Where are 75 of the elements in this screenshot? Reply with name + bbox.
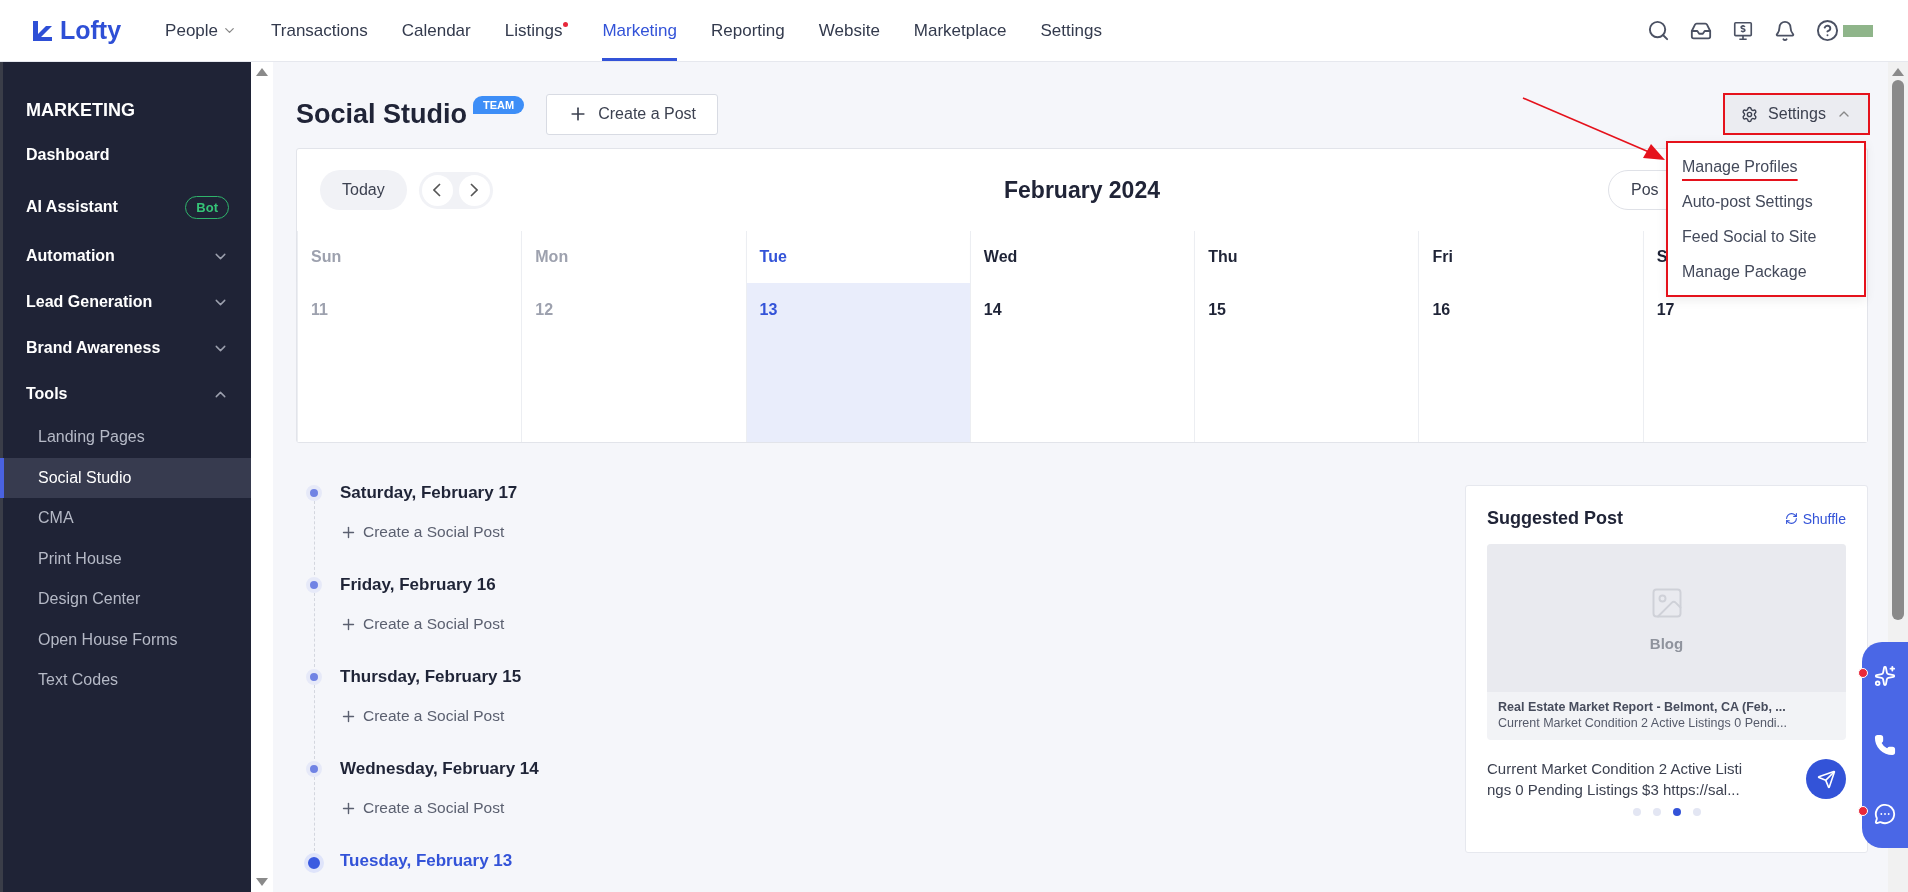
- sidebar-subitem[interactable]: Landing Pages: [0, 417, 251, 458]
- pager-dot[interactable]: [1692, 808, 1701, 816]
- timeline-date: Friday, February 16: [340, 575, 497, 595]
- pager-dot[interactable]: [1652, 808, 1661, 816]
- card-title: Suggested Post: [1487, 508, 1624, 529]
- preview-title: Real Estate Market Report - Belmont, CA (Feb, ...: [1498, 700, 1787, 714]
- timeline-date: Thursday, February 15: [340, 667, 522, 687]
- settings-icon: [1741, 105, 1759, 123]
- nav-tab[interactable]: Website: [818, 0, 880, 61]
- sidebar-subitem[interactable]: Social Studio: [0, 457, 251, 498]
- next-button[interactable]: [458, 174, 490, 206]
- nav-tab[interactable]: Transactions: [271, 0, 368, 61]
- pager-dot[interactable]: [1672, 808, 1681, 816]
- timeline-date: Saturday, February 17: [340, 483, 518, 503]
- sidebar-group[interactable]: Lead Generation: [3, 279, 251, 325]
- brand-name: Lofty: [60, 16, 122, 45]
- sidebar-title: MARKETING: [25, 100, 136, 122]
- search-icon[interactable]: [1647, 19, 1670, 42]
- sidebar-subitem[interactable]: Design Center: [0, 579, 251, 620]
- sidebar-subitem[interactable]: Open House Forms: [0, 619, 251, 660]
- post-caption: ngs 0 Pending Listings $3 https://sal...: [1487, 780, 1741, 800]
- today-button[interactable]: Today: [320, 170, 407, 210]
- nav-tab[interactable]: Reporting: [711, 0, 785, 61]
- month-title: February 2024: [1004, 176, 1160, 204]
- send-icon: [1816, 769, 1836, 789]
- logo-icon: [30, 18, 54, 43]
- settings-button[interactable]: Settings: [1723, 93, 1870, 135]
- scroll-up-icon[interactable]: [256, 68, 268, 76]
- sidebar-group[interactable]: Automation: [3, 233, 251, 279]
- timeline-date: Tuesday, February 13: [340, 851, 513, 871]
- sidebar-subitem[interactable]: Text Codes: [0, 660, 251, 701]
- widget-button[interactable]: [1858, 665, 1896, 688]
- nav-tab[interactable]: Listings: [504, 0, 569, 61]
- create-social-post-link[interactable]: Create a Social Post: [340, 707, 505, 725]
- preview-label: Blog: [1649, 634, 1684, 652]
- notification-dot: [563, 22, 569, 27]
- sidebar-item[interactable]: Dashboard: [3, 129, 251, 181]
- nav-tab[interactable]: Settings: [1040, 0, 1102, 61]
- sidebar-subitem[interactable]: Print House: [0, 538, 251, 579]
- monitor-dollar-icon[interactable]: [1732, 19, 1754, 42]
- day-cell[interactable]: 17: [1642, 283, 1867, 442]
- nav-tab[interactable]: Calendar: [401, 0, 471, 61]
- sidebar-item[interactable]: AI Assistant Bot: [3, 181, 251, 233]
- create-social-post-link[interactable]: Create a Social Post: [340, 615, 505, 633]
- post-preview[interactable]: Blog Real Estate Market Report - Belmont, CA (Feb, ... Current Market Condition 2 Active Listings 0 Pendi...: [1487, 544, 1846, 740]
- sidebar-group[interactable]: Brand Awareness: [3, 325, 251, 371]
- timeline-date: Wednesday, February 14: [340, 759, 539, 779]
- nav-tab[interactable]: Marketing: [602, 0, 677, 61]
- create-social-post-link[interactable]: Create a Social Post: [340, 523, 505, 541]
- sidebar-subitem[interactable]: CMA: [0, 498, 251, 539]
- refresh-icon: [1784, 512, 1798, 525]
- scrollbar-thumb[interactable]: [1892, 80, 1904, 620]
- nav-tab[interactable]: Marketplace: [913, 0, 1007, 61]
- post-caption: Current Market Condition 2 Active Listi: [1487, 759, 1743, 779]
- phone-icon: [1874, 734, 1896, 756]
- shuffle-link[interactable]: Shuffle: [1784, 510, 1846, 527]
- create-post-button[interactable]: Create a Post: [546, 93, 719, 135]
- sidebar-group[interactable]: Tools: [3, 371, 251, 417]
- create-social-post-link[interactable]: Create a Social Post: [340, 799, 505, 817]
- nav-tab[interactable]: People: [165, 0, 238, 61]
- preview-text: Current Market Condition 2 Active Listings 0 Pendi...: [1498, 716, 1789, 730]
- chevron-left-icon: [433, 183, 442, 197]
- chat-icon: [1874, 802, 1896, 825]
- bell-icon[interactable]: [1774, 19, 1796, 42]
- day-cell[interactable]: 13: [745, 283, 970, 442]
- previous-button[interactable]: [421, 174, 453, 206]
- pager-dot[interactable]: [1632, 808, 1641, 816]
- chevron-right-icon: [470, 183, 479, 197]
- send-button[interactable]: [1806, 759, 1846, 799]
- help-icon[interactable]: [1816, 19, 1839, 42]
- scroll-down-icon[interactable]: [256, 878, 268, 886]
- page-title: Social Studio: [296, 98, 468, 130]
- team-badge: TEAM: [473, 96, 525, 114]
- widget-button[interactable]: [1858, 802, 1896, 825]
- sparkle-icon: [1874, 665, 1896, 688]
